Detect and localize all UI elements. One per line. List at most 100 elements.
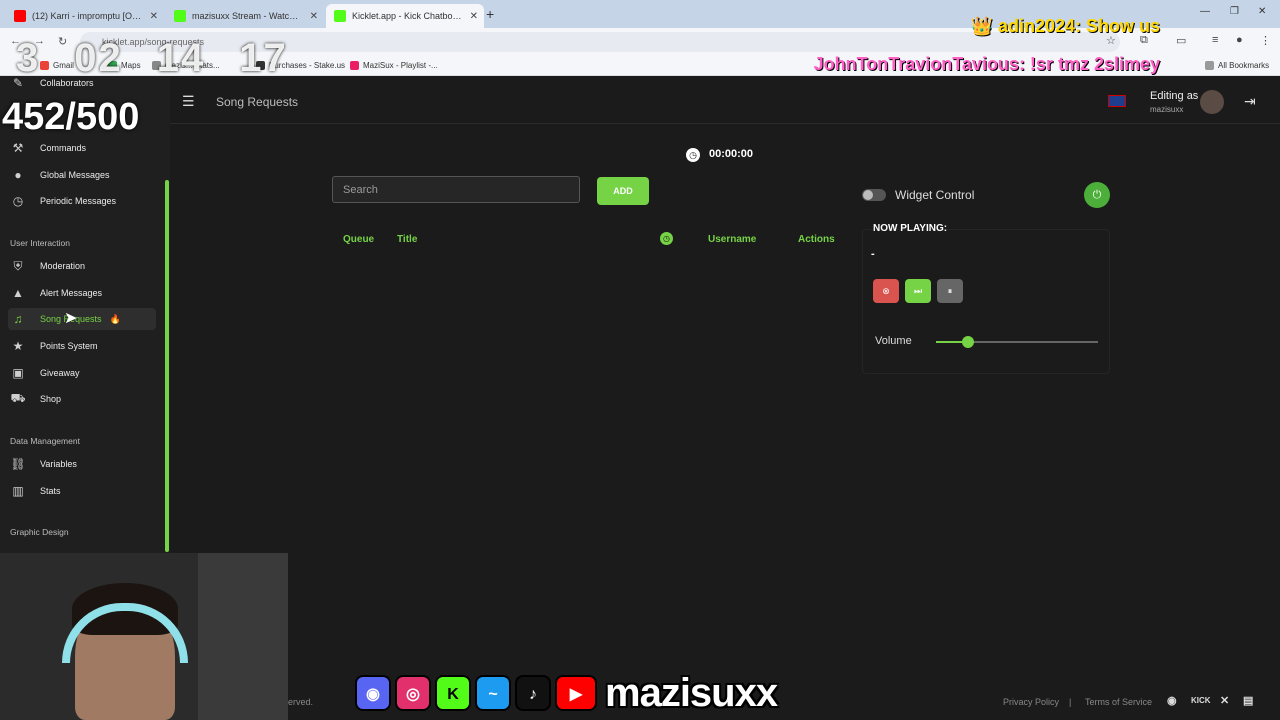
kick-icon	[174, 10, 186, 22]
timer-minutes: 14	[156, 36, 206, 80]
clock-icon: ◷	[12, 194, 24, 208]
search-input[interactable]	[332, 176, 580, 203]
editing-username: mazisuxx	[1150, 105, 1184, 114]
page-title: Song Requests	[216, 95, 299, 109]
power-button[interactable]: ⏻	[1084, 182, 1110, 208]
sidebar-item-song-requests[interactable]: ♫ Song Requests 🔥	[8, 308, 156, 330]
sidebar-item-periodic-messages[interactable]: ◷ Periodic Messages	[8, 190, 156, 212]
close-icon[interactable]: ✕	[150, 11, 158, 22]
sub-goal-counter: 452/500	[2, 96, 140, 138]
music-icon: ♫	[13, 312, 23, 326]
close-icon[interactable]: ✕	[470, 11, 478, 22]
star-icon: ★	[12, 339, 24, 353]
column-title: Title	[397, 234, 418, 245]
sidebar-item-commands[interactable]: ⚒ Commands	[8, 137, 156, 159]
social-banner: ◉ ◎ K ~ ♪ ▶ mazisuxx	[355, 667, 843, 719]
now-playing-song: -	[871, 248, 875, 260]
minimize-icon[interactable]: —	[1200, 6, 1210, 17]
sidebar-item-variables[interactable]: ⛓ Variables	[8, 453, 156, 475]
sidebar-item-label: Alert Messages	[40, 288, 103, 298]
kick-footer-link[interactable]: KICK	[1191, 696, 1211, 705]
footer-separator: |	[1069, 697, 1072, 707]
clock-icon: ◷	[686, 148, 700, 162]
sidebar-item-label: Stats	[40, 486, 61, 496]
maximize-icon[interactable]: ❐	[1230, 6, 1239, 17]
x-icon[interactable]: ✕	[1220, 694, 1229, 707]
main-content: ☰ Song Requests Editing as mazisuxx ⇥ ◷ …	[170, 76, 1280, 720]
sidebar-scrollbar[interactable]	[165, 180, 169, 552]
uk-flag-icon[interactable]	[1108, 95, 1126, 107]
remove-song-button[interactable]: ⊗	[873, 279, 899, 303]
tab-kicklet[interactable]: Kicklet.app - Kick Chatbot and ✕	[326, 4, 484, 28]
shield-icon: ⛨	[13, 258, 23, 273]
alert-icon: ▲	[12, 286, 24, 300]
bookmark-playlist[interactable]: MaziSux - Playlist -...	[350, 61, 438, 70]
skip-song-button[interactable]: ⏭	[905, 279, 931, 303]
link-icon: ⛓	[10, 457, 26, 471]
sidebar-item-stats[interactable]: ▥ Stats	[8, 480, 156, 502]
cast-icon[interactable]: ▭	[1176, 34, 1186, 47]
tab-kick-stream[interactable]: mazisuxx Stream - Watch Live o ✕	[166, 4, 324, 28]
sidebar-item-points-system[interactable]: ★ Points System	[8, 335, 156, 357]
sidebar-item-giveaway[interactable]: ▣ Giveaway	[8, 362, 156, 384]
media-icon[interactable]: ≡	[1212, 34, 1218, 46]
new-tab-icon[interactable]: +	[486, 6, 494, 22]
widget-control-label: Widget Control	[895, 188, 975, 202]
menu-dots-icon[interactable]: ⋮	[1260, 34, 1271, 47]
timer-seconds: 17	[239, 36, 288, 80]
column-username: Username	[708, 234, 757, 245]
now-playing-card	[862, 229, 1110, 374]
bluesky-icon: ~	[475, 675, 511, 711]
sidebar-item-label: Periodic Messages	[40, 196, 117, 206]
bookmark-label: All Bookmarks	[1218, 61, 1270, 70]
tab-label: Kicklet.app - Kick Chatbot and	[352, 11, 462, 21]
tab-label: (12) Karri - impromptu [Official	[32, 11, 142, 21]
sidebar-item-label: Moderation	[40, 261, 86, 271]
chat-text: adin2024: Show us	[997, 16, 1160, 36]
add-button[interactable]: ADD	[597, 177, 649, 205]
window-close-icon[interactable]: ✕	[1258, 6, 1266, 17]
editing-as-label: Editing as	[1150, 90, 1199, 102]
column-actions: Actions	[798, 234, 835, 245]
sidebar-item-global-messages[interactable]: ● Global Messages	[8, 164, 156, 186]
section-data-management: Data Management	[10, 436, 80, 446]
avatar[interactable]	[1200, 90, 1224, 114]
sidebar-item-label: Shop	[40, 394, 62, 404]
section-graphic-design: Graphic Design	[10, 527, 69, 537]
gift-icon: ▣	[12, 366, 24, 380]
copyright-text: erved.	[288, 697, 314, 707]
widget-control-toggle[interactable]	[862, 189, 886, 201]
all-bookmarks[interactable]: All Bookmarks	[1205, 61, 1269, 70]
terms-of-service-link[interactable]: Terms of Service	[1085, 697, 1152, 707]
now-playing-title: NOW PLAYING:	[873, 223, 948, 234]
sidebar-item-label: Points System	[40, 341, 98, 351]
sidebar-item-alert-messages[interactable]: ▲ Alert Messages	[8, 282, 156, 304]
discord-icon[interactable]: ◉	[1167, 694, 1177, 707]
chat-text: JohnTonTravionTavious: !sr tmz 2slimey	[813, 54, 1160, 74]
sidebar-item-label: Commands	[40, 143, 87, 153]
logout-icon[interactable]: ⇥	[1244, 93, 1256, 110]
fire-icon: 🔥	[109, 313, 121, 324]
chat-icon: ●	[14, 168, 22, 182]
mouse-cursor-icon: ➤	[64, 310, 78, 327]
sidebar-item-shop[interactable]: ⛟ Shop	[8, 388, 156, 410]
volume-slider[interactable]	[936, 336, 1098, 348]
kicklet-icon	[334, 10, 346, 22]
profile-icon[interactable]: ●	[1236, 34, 1243, 46]
pause-button[interactable]: ⏸	[937, 279, 963, 303]
tab-label: mazisuxx Stream - Watch Live o	[192, 11, 302, 21]
tab-youtube[interactable]: (12) Karri - impromptu [Official ✕	[6, 4, 164, 28]
playlist-icon	[350, 61, 359, 70]
elapsed-time: 00:00:00	[709, 148, 754, 160]
youtube-icon	[14, 10, 26, 22]
sidebar-item-moderation[interactable]: ⛨ Moderation	[8, 255, 156, 277]
privacy-policy-link[interactable]: Privacy Policy	[1003, 697, 1059, 707]
close-icon[interactable]: ✕	[310, 11, 318, 22]
chat-message: 👑 adin2024: Show us	[971, 16, 1160, 37]
instagram-icon: ◎	[395, 675, 431, 711]
docs-icon[interactable]: ▤	[1243, 694, 1253, 707]
hamburger-menu-icon[interactable]: ☰	[182, 93, 195, 110]
stream-timer: 3 02 14 17	[16, 36, 322, 81]
app-header: ☰ Song Requests Editing as mazisuxx ⇥	[170, 76, 1280, 124]
youtube-icon: ▶	[555, 675, 597, 711]
